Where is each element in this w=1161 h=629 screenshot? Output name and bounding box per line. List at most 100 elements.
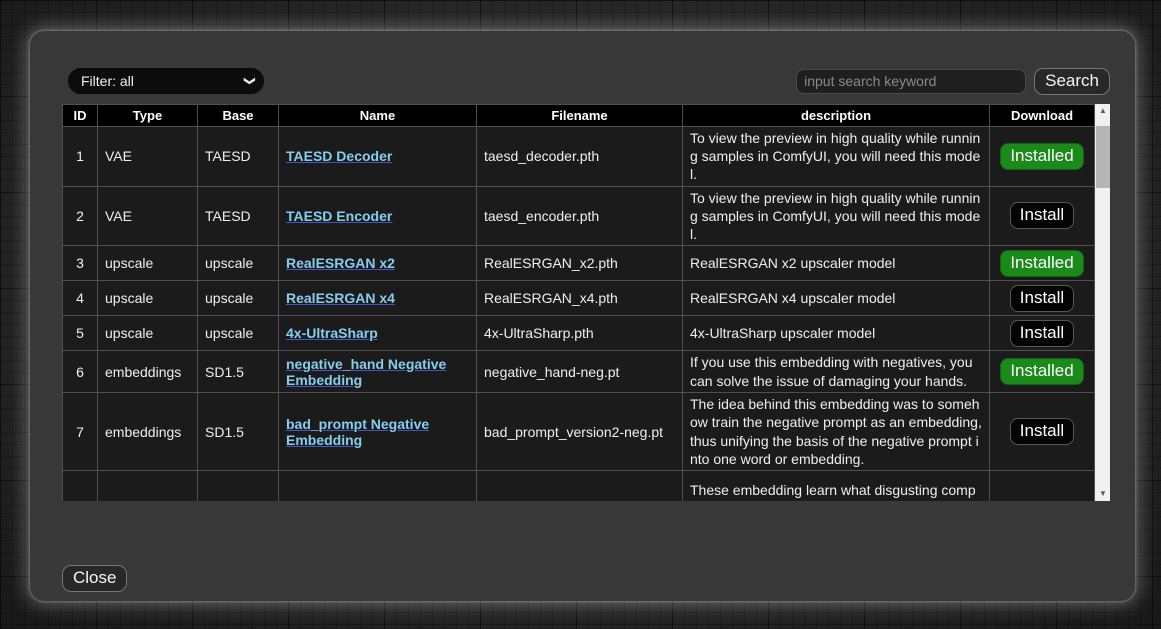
cell-description: The idea behind this embedding was to so…	[683, 393, 990, 471]
cell-base: SD1.5	[198, 393, 279, 471]
cell-base: TAESD	[198, 127, 279, 187]
cell-filename: RealESRGAN_x4.pth	[477, 281, 683, 316]
scrollbar-up-arrow-icon[interactable]: ▲	[1095, 104, 1110, 118]
table-row: 6 embeddings SD1.5 negative_hand Negativ…	[63, 351, 1095, 393]
table-row: 3 upscale upscale RealESRGAN x2 RealESRG…	[63, 246, 1095, 281]
cell-type	[98, 470, 198, 501]
cell-type: embeddings	[98, 393, 198, 471]
cell-type: upscale	[98, 281, 198, 316]
cell-download: Install	[990, 186, 1095, 246]
table-row: 5 upscale upscale 4x-UltraSharp 4x-Ultra…	[63, 316, 1095, 351]
cell-description: To view the preview in high quality whil…	[683, 127, 990, 187]
cell-id: 6	[63, 351, 98, 393]
table-row: These embedding learn what disgusting co…	[63, 470, 1095, 501]
cell-download: Installed	[990, 351, 1095, 393]
model-name-link[interactable]: RealESRGAN x2	[286, 255, 395, 271]
model-name-link[interactable]: TAESD Encoder	[286, 208, 392, 224]
cell-base: upscale	[198, 281, 279, 316]
close-button[interactable]: Close	[62, 565, 127, 592]
scrollbar-down-arrow-icon[interactable]: ▼	[1095, 487, 1110, 501]
cell-download: Install	[990, 281, 1095, 316]
cell-type: VAE	[98, 186, 198, 246]
cell-download: Installed	[990, 246, 1095, 281]
cell-filename: RealESRGAN_x2.pth	[477, 246, 683, 281]
cell-name: bad_prompt Negative Embedding	[279, 393, 477, 471]
table-scrollbar[interactable]: ▲ ▼	[1095, 104, 1110, 501]
cell-description: 4x-UltraSharp upscaler model	[683, 316, 990, 351]
cell-id: 1	[63, 127, 98, 187]
toolbar: Filter: all ❯ Search	[62, 67, 1110, 95]
cell-name: RealESRGAN x2	[279, 246, 477, 281]
model-name-link[interactable]: TAESD Decoder	[286, 148, 392, 164]
cell-description: RealESRGAN x2 upscaler model	[683, 246, 990, 281]
cell-download: Install	[990, 316, 1095, 351]
cell-filename	[477, 470, 683, 501]
cell-filename: negative_hand-neg.pt	[477, 351, 683, 393]
cell-id: 2	[63, 186, 98, 246]
cell-base: SD1.5	[198, 351, 279, 393]
filter-select[interactable]: Filter: all	[68, 68, 264, 94]
cell-type: upscale	[98, 246, 198, 281]
cell-download: Install	[990, 393, 1095, 471]
header-filename: Filename	[477, 105, 683, 127]
model-name-link[interactable]: bad_prompt Negative Embedding	[286, 416, 429, 448]
cell-name	[279, 470, 477, 501]
comfyui-canvas-background: Filter: all ❯ Search ID Type Ba	[0, 0, 1161, 629]
header-id: ID	[63, 105, 98, 127]
cell-filename: taesd_decoder.pth	[477, 127, 683, 187]
table-header-row: ID Type Base Name Filename description D…	[63, 105, 1095, 127]
cell-description: To view the preview in high quality whil…	[683, 186, 990, 246]
header-download: Download	[990, 105, 1095, 127]
cell-description: These embedding learn what disgusting co…	[683, 470, 990, 501]
cell-base: upscale	[198, 316, 279, 351]
table-row: 1 VAE TAESD TAESD Decoder taesd_decoder.…	[63, 127, 1095, 187]
cell-description: RealESRGAN x4 upscaler model	[683, 281, 990, 316]
installed-button[interactable]: Installed	[1000, 358, 1083, 385]
search-input[interactable]	[796, 69, 1026, 94]
model-name-link[interactable]: RealESRGAN x4	[286, 290, 395, 306]
table-row: 7 embeddings SD1.5 bad_prompt Negative E…	[63, 393, 1095, 471]
model-table-viewport: ID Type Base Name Filename description D…	[62, 104, 1110, 501]
cell-filename: taesd_encoder.pth	[477, 186, 683, 246]
table-row: 4 upscale upscale RealESRGAN x4 RealESRG…	[63, 281, 1095, 316]
header-description: description	[683, 105, 990, 127]
cell-type: upscale	[98, 316, 198, 351]
cell-filename: bad_prompt_version2-neg.pt	[477, 393, 683, 471]
model-name-link[interactable]: negative_hand Negative Embedding	[286, 356, 446, 388]
cell-id: 7	[63, 393, 98, 471]
cell-filename: 4x-UltraSharp.pth	[477, 316, 683, 351]
install-button[interactable]: Install	[1010, 202, 1074, 229]
cell-id: 5	[63, 316, 98, 351]
cell-name: 4x-UltraSharp	[279, 316, 477, 351]
search-button[interactable]: Search	[1034, 68, 1110, 95]
cell-id: 4	[63, 281, 98, 316]
model-manager-dialog: Filter: all ❯ Search ID Type Ba	[30, 31, 1135, 601]
table-row: 2 VAE TAESD TAESD Encoder taesd_encoder.…	[63, 186, 1095, 246]
cell-base: upscale	[198, 246, 279, 281]
install-button[interactable]: Install	[1010, 320, 1074, 347]
cell-name: negative_hand Negative Embedding	[279, 351, 477, 393]
install-button[interactable]: Install	[1010, 418, 1074, 445]
cell-id	[63, 470, 98, 501]
model-name-link[interactable]: 4x-UltraSharp	[286, 325, 378, 341]
filter-select-wrap: Filter: all ❯	[68, 68, 264, 94]
cell-name: TAESD Decoder	[279, 127, 477, 187]
cell-download	[990, 470, 1095, 501]
header-name: Name	[279, 105, 477, 127]
cell-name: RealESRGAN x4	[279, 281, 477, 316]
cell-name: TAESD Encoder	[279, 186, 477, 246]
install-button[interactable]: Install	[1010, 285, 1074, 312]
installed-button[interactable]: Installed	[1000, 143, 1083, 170]
installed-button[interactable]: Installed	[1000, 250, 1083, 277]
cell-description: If you use this embedding with negatives…	[683, 351, 990, 393]
dialog-footer: Close	[62, 565, 1110, 592]
cell-id: 3	[63, 246, 98, 281]
header-type: Type	[98, 105, 198, 127]
scrollbar-thumb[interactable]	[1096, 126, 1110, 188]
cell-type: VAE	[98, 127, 198, 187]
model-table: ID Type Base Name Filename description D…	[62, 104, 1095, 501]
header-base: Base	[198, 105, 279, 127]
cell-type: embeddings	[98, 351, 198, 393]
cell-base	[198, 470, 279, 501]
cell-base: TAESD	[198, 186, 279, 246]
